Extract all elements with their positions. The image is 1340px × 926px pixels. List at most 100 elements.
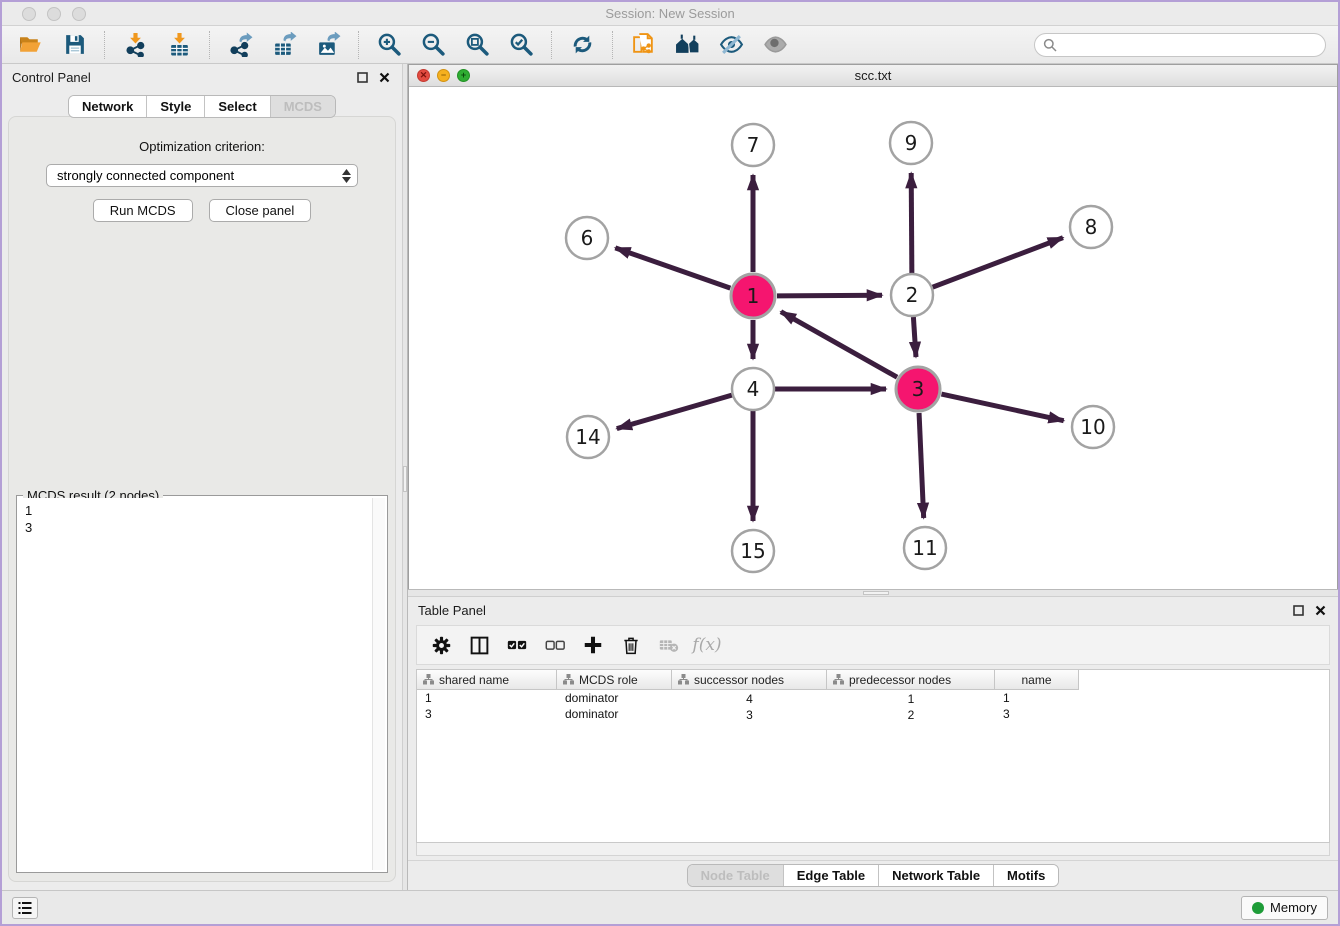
close-panel-button[interactable]: Close panel xyxy=(209,199,312,222)
column-header-predecessor-nodes[interactable]: predecessor nodes xyxy=(827,670,995,690)
table-hscrollbar[interactable] xyxy=(416,843,1330,856)
settings-gear-icon[interactable] xyxy=(423,629,459,661)
zoom-fit-icon[interactable] xyxy=(457,29,497,61)
tab-mcds[interactable]: MCDS xyxy=(271,96,335,117)
tab-network[interactable]: Network xyxy=(69,96,147,117)
graph-node-15[interactable]: 15 xyxy=(732,530,774,572)
graph-node-label: 9 xyxy=(905,131,918,155)
search-input[interactable] xyxy=(1034,33,1326,57)
column-header-mcds-role[interactable]: MCDS role xyxy=(557,670,672,690)
table-row[interactable]: 1dominator411 xyxy=(417,690,1329,706)
tab-network-table[interactable]: Network Table xyxy=(879,865,994,886)
graph-edge-3-11[interactable] xyxy=(919,413,924,518)
float-panel-icon[interactable] xyxy=(354,69,370,85)
cell-name[interactable]: 3 xyxy=(995,706,1079,722)
result-scrollbar[interactable] xyxy=(372,498,385,870)
cell-shared-name[interactable]: 1 xyxy=(417,690,557,706)
zoom-selected-icon[interactable] xyxy=(501,29,541,61)
network-window-titlebar: scc.txt ✕ − + xyxy=(409,65,1337,87)
mcds-panel: Optimization criterion: strongly connect… xyxy=(8,116,396,882)
tab-style[interactable]: Style xyxy=(147,96,205,117)
graph-node-4[interactable]: 4 xyxy=(732,368,774,410)
column-label: name xyxy=(1021,673,1051,687)
cell-predecessor-nodes[interactable]: 1 xyxy=(827,690,995,706)
close-panel-icon[interactable] xyxy=(376,69,392,85)
open-folder-icon[interactable] xyxy=(10,29,50,61)
graph-node-3[interactable]: 3 xyxy=(896,367,940,411)
import-network-icon[interactable] xyxy=(115,29,155,61)
export-table-icon[interactable] xyxy=(264,29,304,61)
tab-node-table[interactable]: Node Table xyxy=(688,865,784,886)
column-type-icon xyxy=(833,674,844,685)
column-header-name[interactable]: name xyxy=(995,670,1079,690)
graph-node-7[interactable]: 7 xyxy=(732,124,774,166)
graph-edge-2-9[interactable] xyxy=(911,173,912,273)
network-close-button[interactable]: ✕ xyxy=(417,69,430,82)
graph-node-label: 7 xyxy=(747,133,760,157)
first-neighbors-icon[interactable] xyxy=(667,29,707,61)
save-icon[interactable] xyxy=(54,29,94,61)
graph-node-11[interactable]: 11 xyxy=(904,527,946,569)
column-header-shared-name[interactable]: shared name xyxy=(417,670,557,690)
optimization-criterion-select[interactable]: strongly connected component xyxy=(46,164,358,187)
network-minimize-button[interactable]: − xyxy=(437,69,450,82)
tab-select[interactable]: Select xyxy=(205,96,270,117)
zoom-out-icon[interactable] xyxy=(413,29,453,61)
float-panel-icon[interactable] xyxy=(1290,602,1306,618)
mcds-result-text[interactable]: 1 3 xyxy=(19,498,372,870)
export-network-icon[interactable] xyxy=(220,29,260,61)
close-panel-icon[interactable] xyxy=(1312,602,1328,618)
export-image-icon[interactable] xyxy=(308,29,348,61)
tab-edge-table[interactable]: Edge Table xyxy=(784,865,879,886)
run-mcds-button[interactable]: Run MCDS xyxy=(93,199,193,222)
hide-selected-eye-icon[interactable] xyxy=(711,29,751,61)
column-type-icon xyxy=(678,674,689,685)
graph-node-1[interactable]: 1 xyxy=(731,274,775,318)
delete-table-icon[interactable] xyxy=(651,629,687,661)
task-history-icon[interactable] xyxy=(12,897,38,919)
cell-successor-nodes[interactable]: 4 xyxy=(672,690,827,706)
graph-node-2[interactable]: 2 xyxy=(891,274,933,316)
vertical-splitter[interactable] xyxy=(402,64,408,890)
select-all-checks-icon[interactable] xyxy=(499,629,535,661)
cell-name[interactable]: 1 xyxy=(995,690,1079,706)
deselect-all-checks-icon[interactable] xyxy=(537,629,573,661)
graph-node-label: 10 xyxy=(1080,415,1105,439)
cell-mcds-role[interactable]: dominator xyxy=(557,690,672,706)
network-canvas[interactable]: 7961284314101511 xyxy=(409,87,1337,589)
graph-edge-3-1[interactable] xyxy=(781,312,897,378)
graph-edge-1-2[interactable] xyxy=(777,295,882,296)
splitter-grip[interactable] xyxy=(863,591,889,595)
delete-columns-trash-icon[interactable] xyxy=(613,629,649,661)
function-builder-icon[interactable]: f(x) xyxy=(689,629,725,661)
graph-node-9[interactable]: 9 xyxy=(890,122,932,164)
tab-motifs[interactable]: Motifs xyxy=(994,865,1058,886)
graph-edge-3-10[interactable] xyxy=(941,394,1063,421)
import-table-icon[interactable] xyxy=(159,29,199,61)
graph-node-10[interactable]: 10 xyxy=(1072,406,1114,448)
graph-node-14[interactable]: 14 xyxy=(567,416,609,458)
network-from-selection-icon[interactable] xyxy=(623,29,663,61)
add-column-icon[interactable] xyxy=(575,629,611,661)
horizontal-splitter[interactable] xyxy=(408,589,1338,597)
network-maximize-button[interactable]: + xyxy=(457,69,470,82)
graph-edge-2-8[interactable] xyxy=(933,238,1063,288)
refresh-icon[interactable] xyxy=(562,29,602,61)
cell-shared-name[interactable]: 3 xyxy=(417,706,557,722)
memory-button[interactable]: Memory xyxy=(1241,896,1328,920)
graph-edge-4-14[interactable] xyxy=(617,395,732,428)
cell-successor-nodes[interactable]: 3 xyxy=(672,706,827,722)
splitter-grip[interactable] xyxy=(403,466,407,492)
show-all-eye-icon[interactable] xyxy=(755,29,795,61)
cell-mcds-role[interactable]: dominator xyxy=(557,706,672,722)
graph-node-6[interactable]: 6 xyxy=(566,217,608,259)
zoom-in-icon[interactable] xyxy=(369,29,409,61)
column-header-successor-nodes[interactable]: successor nodes xyxy=(672,670,827,690)
graph-edge-1-6[interactable] xyxy=(615,248,730,288)
graph-node-8[interactable]: 8 xyxy=(1070,206,1112,248)
cell-predecessor-nodes[interactable]: 2 xyxy=(827,706,995,722)
table-panel: Table Panel xyxy=(408,597,1338,890)
toggle-columns-icon[interactable] xyxy=(461,629,497,661)
graph-edge-2-3[interactable] xyxy=(913,317,916,357)
table-row[interactable]: 3dominator323 xyxy=(417,706,1329,722)
